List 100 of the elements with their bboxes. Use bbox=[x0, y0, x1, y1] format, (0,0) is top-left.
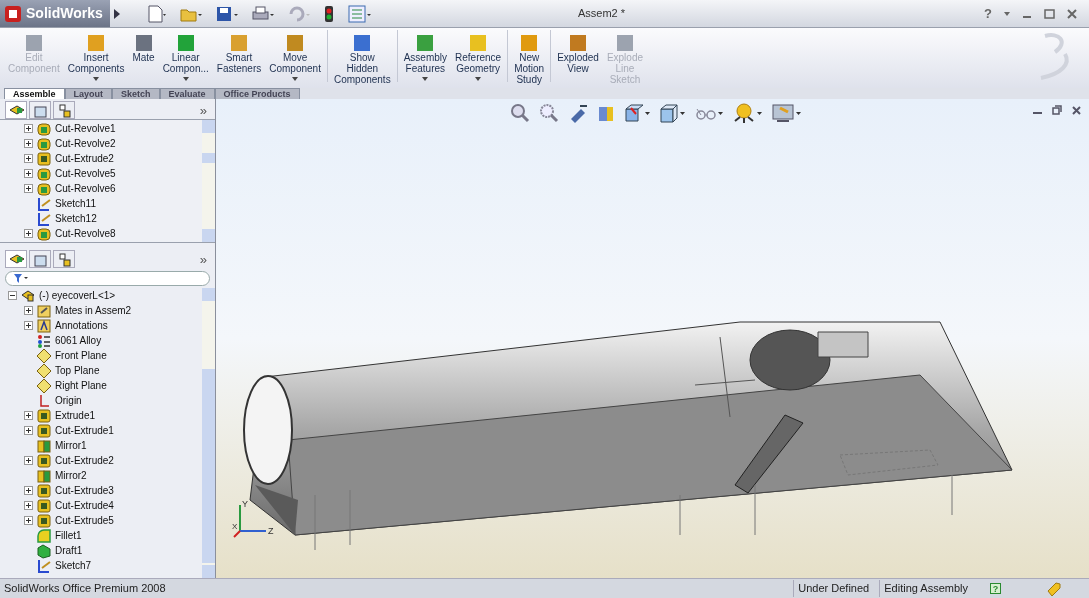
ribbon-button[interactable]: Insert Components bbox=[63, 35, 129, 81]
tree-item[interactable]: 6061 Alloy bbox=[8, 333, 202, 348]
tree-item[interactable]: Annotations bbox=[8, 318, 202, 333]
lightbulb-icon[interactable] bbox=[733, 103, 763, 123]
revolve-icon bbox=[36, 165, 52, 182]
tree-item[interactable]: Cut-Revolve1 bbox=[24, 121, 202, 136]
expand-icon[interactable] bbox=[24, 516, 33, 525]
extrude-icon bbox=[36, 452, 52, 469]
collapse-icon[interactable] bbox=[8, 291, 17, 300]
material-icon bbox=[36, 332, 52, 349]
ribbon-button[interactable]: Exploded View bbox=[553, 35, 603, 74]
ribbon-button[interactable]: Assembly Features bbox=[399, 35, 451, 81]
list-icon[interactable] bbox=[348, 4, 372, 23]
tree-item[interactable]: Cut-Revolve5 bbox=[24, 166, 202, 181]
expand-arrow-icon[interactable] bbox=[114, 8, 120, 19]
tree-item[interactable]: Mates in Assem2 bbox=[8, 303, 202, 318]
mirror-icon bbox=[36, 467, 52, 484]
tree-item[interactable]: Cut-Extrude3 bbox=[8, 483, 202, 498]
traffic-light-icon[interactable] bbox=[324, 4, 334, 23]
tree-item[interactable]: Mirror1 bbox=[8, 438, 202, 453]
dropdown-icon[interactable] bbox=[1004, 11, 1010, 16]
tree-item[interactable]: Cut-Revolve8 bbox=[24, 226, 202, 241]
feature-tree-tab-icon[interactable] bbox=[5, 101, 27, 119]
save-icon[interactable] bbox=[216, 4, 238, 23]
close-icon[interactable] bbox=[1072, 105, 1081, 115]
tree-item[interactable]: Cut-Extrude1 bbox=[8, 423, 202, 438]
expand-icon[interactable] bbox=[24, 139, 33, 148]
expand-panel-icon[interactable]: » bbox=[199, 252, 207, 266]
ribbon-button[interactable]: Mate bbox=[128, 35, 159, 63]
tree-item[interactable]: Front Plane bbox=[8, 348, 202, 363]
tree-item[interactable]: Sketch12 bbox=[24, 211, 202, 226]
tree-item[interactable]: (-) eyecoverL<1> bbox=[8, 288, 202, 303]
graphics-viewport[interactable]: Y X Z bbox=[216, 99, 1089, 578]
feature-tree-tab-icon[interactable] bbox=[5, 250, 27, 268]
monitor-icon[interactable] bbox=[772, 103, 802, 123]
help-icon[interactable]: ? bbox=[990, 583, 1001, 594]
ribbon-button[interactable]: New Motion Study bbox=[510, 35, 549, 85]
scrollbar[interactable] bbox=[202, 120, 215, 242]
expand-icon[interactable] bbox=[24, 154, 33, 163]
revolve-icon bbox=[36, 225, 52, 242]
configuration-tab-icon[interactable] bbox=[53, 101, 75, 119]
view-orientation-icon[interactable] bbox=[624, 103, 650, 123]
filter-field[interactable] bbox=[5, 271, 210, 286]
tree-item[interactable]: Cut-Extrude5 bbox=[8, 513, 202, 528]
sketch-icon bbox=[36, 210, 52, 227]
window-title: Assem2 * bbox=[578, 6, 626, 22]
extrude-icon bbox=[36, 497, 52, 514]
expand-icon[interactable] bbox=[24, 124, 33, 133]
tree-item[interactable]: Sketch11 bbox=[24, 196, 202, 211]
zoom-to-fit-icon[interactable] bbox=[510, 103, 530, 123]
plane-icon bbox=[36, 362, 52, 379]
revolve-icon bbox=[36, 180, 52, 197]
tree-item[interactable]: Extrude1 bbox=[8, 408, 202, 423]
scrollbar[interactable] bbox=[202, 288, 215, 578]
expand-panel-icon[interactable]: » bbox=[199, 103, 207, 117]
tree-item[interactable]: Cut-Revolve2 bbox=[24, 136, 202, 151]
tree-item[interactable]: Draft1 bbox=[8, 543, 202, 558]
expand-icon[interactable] bbox=[24, 306, 33, 315]
expand-icon[interactable] bbox=[24, 321, 33, 330]
close-icon[interactable] bbox=[1067, 8, 1077, 19]
expand-icon[interactable] bbox=[24, 486, 33, 495]
help-icon[interactable]: ? bbox=[984, 3, 992, 24]
ribbon-button[interactable]: Move Component bbox=[265, 35, 325, 81]
sketch-icon bbox=[36, 557, 52, 574]
print-icon[interactable] bbox=[252, 4, 274, 23]
expand-icon[interactable] bbox=[24, 426, 33, 435]
new-document-icon[interactable] bbox=[146, 4, 166, 23]
plane-icon bbox=[36, 377, 52, 394]
fillet-icon bbox=[36, 527, 52, 544]
status-text: Editing Assembly bbox=[879, 580, 968, 597]
expand-icon[interactable] bbox=[24, 229, 33, 238]
tree-item[interactable]: Top Plane bbox=[8, 363, 202, 378]
ribbon-button[interactable]: Reference Geometry bbox=[451, 35, 506, 81]
mirror-icon bbox=[36, 437, 52, 454]
tree-item[interactable]: Sketch7 bbox=[8, 558, 202, 573]
ribbon-button[interactable]: Show Hidden Components bbox=[329, 35, 395, 85]
display-style-icon[interactable] bbox=[659, 103, 685, 123]
tree-item[interactable]: Cut-Extrude4 bbox=[8, 498, 202, 513]
sketch-icon bbox=[36, 195, 52, 212]
tree-item[interactable]: Origin bbox=[8, 393, 202, 408]
zoom-to-area-icon[interactable] bbox=[539, 103, 559, 123]
configuration-tab-icon[interactable] bbox=[53, 250, 75, 268]
expand-icon[interactable] bbox=[24, 456, 33, 465]
restore-icon[interactable] bbox=[1052, 105, 1062, 115]
expand-icon[interactable] bbox=[24, 169, 33, 178]
maximize-icon[interactable] bbox=[1044, 8, 1055, 19]
tree-item[interactable]: Cut-Extrude2 bbox=[24, 151, 202, 166]
tree-item[interactable]: Cut-Revolve6 bbox=[24, 181, 202, 196]
tree-item[interactable]: Fillet1 bbox=[8, 528, 202, 543]
tree-item[interactable]: Mirror2 bbox=[8, 468, 202, 483]
tag-icon[interactable] bbox=[1047, 581, 1061, 596]
extrude-icon bbox=[36, 422, 52, 439]
ribbon-button[interactable]: Linear Compon... bbox=[158, 35, 213, 81]
tree-item[interactable]: Right Plane bbox=[8, 378, 202, 393]
coordinate-triad-drawing: Y X Z bbox=[232, 499, 278, 539]
expand-icon[interactable] bbox=[24, 501, 33, 510]
tree-item[interactable]: Cut-Extrude2 bbox=[8, 453, 202, 468]
expand-icon[interactable] bbox=[24, 411, 33, 420]
ribbon-button[interactable]: Smart Fasteners bbox=[212, 35, 266, 74]
expand-icon[interactable] bbox=[24, 184, 33, 193]
